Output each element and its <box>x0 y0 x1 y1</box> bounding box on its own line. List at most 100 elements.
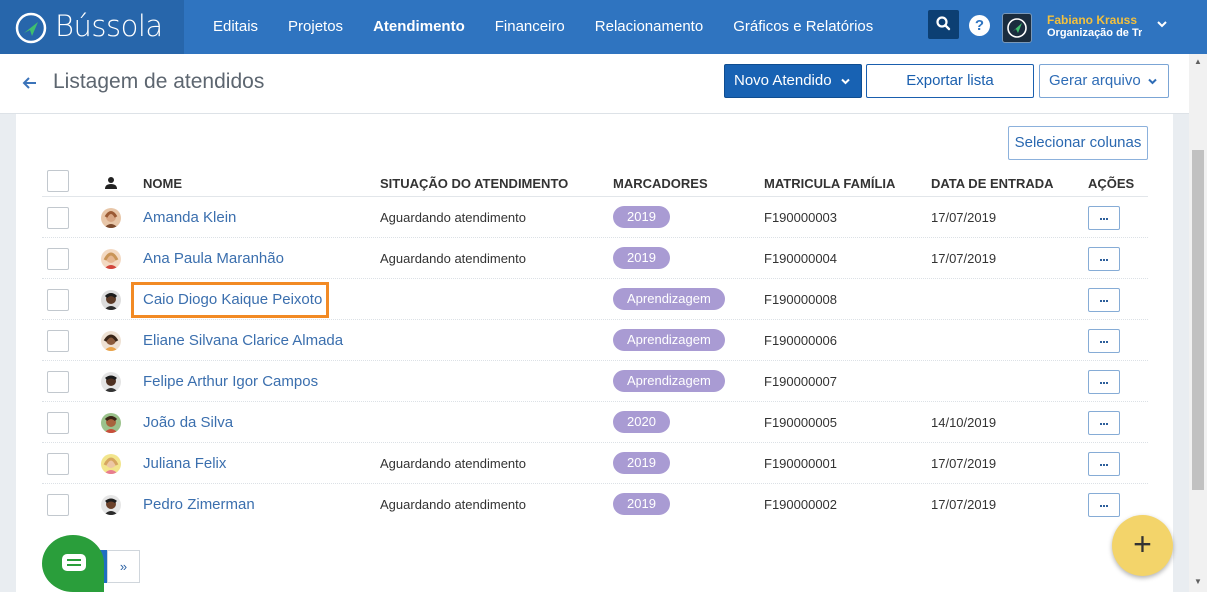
atendido-name-link[interactable]: Eliane Silvana Clarice Almada <box>143 332 343 349</box>
matricula-cell: F190000007 <box>764 374 838 389</box>
chevron-down-icon <box>1148 78 1157 85</box>
row-actions-button[interactable] <box>1088 329 1120 353</box>
matricula-cell: F190000005 <box>764 415 838 430</box>
page-title: Listagem de atendidos <box>53 70 265 93</box>
select-all-checkbox[interactable] <box>47 170 69 192</box>
avatar <box>101 208 121 228</box>
row-actions-button[interactable] <box>1088 206 1120 230</box>
compass-icon <box>1007 18 1027 38</box>
matricula-cell: F190000002 <box>764 497 838 512</box>
row-actions-button[interactable] <box>1088 493 1120 517</box>
row-actions-button[interactable] <box>1088 370 1120 394</box>
matricula-cell: F190000003 <box>764 210 838 225</box>
row-checkbox[interactable] <box>47 453 69 475</box>
novo-atendido-button[interactable]: Novo Atendido <box>724 64 862 98</box>
logo[interactable]: Bússola <box>0 0 184 54</box>
situacao-cell: Aguardando atendimento <box>380 210 527 225</box>
col-header-matricula[interactable]: MATRICULA FAMÍLIA <box>764 176 895 191</box>
chevron-down-icon[interactable] <box>1155 17 1169 31</box>
more-icon <box>1100 423 1102 425</box>
matricula-cell: F190000004 <box>764 251 838 266</box>
scroll-up-arrow-icon[interactable]: ▲ <box>1189 54 1207 70</box>
row-checkbox[interactable] <box>47 412 69 434</box>
row-checkbox[interactable] <box>47 371 69 393</box>
atendido-name-link[interactable]: Felipe Arthur Igor Campos <box>143 373 318 390</box>
col-header-nome[interactable]: NOME <box>143 176 182 191</box>
person-icon <box>105 177 117 189</box>
back-arrow-icon[interactable] <box>21 74 39 92</box>
avatar <box>101 290 121 310</box>
app-name: Bússola <box>55 9 163 43</box>
search-button[interactable] <box>928 10 959 39</box>
nav-editais[interactable]: Editais <box>198 0 273 54</box>
matricula-cell: F190000001 <box>764 456 838 471</box>
atendido-name-link[interactable]: Ana Paula Maranhão <box>143 250 284 267</box>
exportar-lista-button[interactable]: Exportar lista <box>866 64 1034 98</box>
help-icon[interactable]: ? <box>969 15 990 36</box>
situacao-cell: Aguardando atendimento <box>380 456 527 471</box>
avatar <box>101 413 121 433</box>
row-checkbox[interactable] <box>47 248 69 270</box>
atendido-name-link[interactable]: Pedro Zimerman <box>143 496 255 513</box>
atendido-name-link[interactable]: João da Silva <box>143 414 233 431</box>
gerar-arquivo-label: Gerar arquivo <box>1049 72 1141 89</box>
col-header-marcadores[interactable]: MARCADORES <box>613 176 708 191</box>
row-actions-button[interactable] <box>1088 411 1120 435</box>
row-checkbox[interactable] <box>47 207 69 229</box>
row-checkbox[interactable] <box>47 494 69 516</box>
data-entrada-cell: 17/07/2019 <box>931 251 997 266</box>
more-icon <box>1100 259 1102 261</box>
more-icon <box>1100 300 1102 302</box>
search-icon <box>936 16 951 31</box>
marcador-tag: 2019 <box>613 206 670 228</box>
nav-graficos-relatorios[interactable]: Gráficos e Relatórios <box>718 0 888 54</box>
chat-button[interactable] <box>42 535 104 592</box>
nav-projetos[interactable]: Projetos <box>273 0 358 54</box>
highlight-box <box>131 282 329 318</box>
nav-financeiro[interactable]: Financeiro <box>480 0 580 54</box>
gerar-arquivo-button[interactable]: Gerar arquivo <box>1039 64 1169 98</box>
user-name[interactable]: Fabiano Krauss <box>1047 13 1137 27</box>
col-header-data-entrada[interactable]: DATA DE ENTRADA <box>931 176 1054 191</box>
data-entrada-cell: 17/07/2019 <box>931 210 997 225</box>
nav-atendimento[interactable]: Atendimento <box>358 0 480 54</box>
add-fab-button[interactable]: + <box>1112 515 1173 576</box>
avatar <box>101 331 121 351</box>
row-actions-button[interactable] <box>1088 247 1120 271</box>
more-icon <box>1100 341 1102 343</box>
col-header-acoes: AÇÕES <box>1088 176 1135 191</box>
main-nav: Editais Projetos Atendimento Financeiro … <box>198 0 888 54</box>
nav-relacionamento[interactable]: Relacionamento <box>580 0 718 54</box>
row-actions-button[interactable] <box>1088 288 1120 312</box>
chevron-down-icon <box>841 78 850 85</box>
marcador-tag: 2020 <box>613 411 670 433</box>
atendido-name-link[interactable]: Amanda Klein <box>143 209 236 226</box>
scrollbar-thumb[interactable] <box>1192 150 1204 490</box>
situacao-cell: Aguardando atendimento <box>380 497 527 512</box>
pagination-next-button[interactable]: » <box>107 550 140 583</box>
row-checkbox[interactable] <box>47 330 69 352</box>
marcador-tag: Aprendizagem <box>613 288 725 310</box>
row-divider <box>42 278 1148 279</box>
user-organization[interactable]: Organização de Tre <box>1047 27 1142 39</box>
row-checkbox[interactable] <box>47 289 69 311</box>
row-divider <box>42 360 1148 361</box>
col-header-situacao[interactable]: SITUAÇÃO DO ATENDIMENTO <box>380 176 568 191</box>
data-entrada-cell: 14/10/2019 <box>931 415 997 430</box>
row-divider <box>42 319 1148 320</box>
marcador-tag: 2019 <box>613 493 670 515</box>
marcador-tag: 2019 <box>613 452 670 474</box>
more-icon <box>1100 382 1102 384</box>
row-actions-button[interactable] <box>1088 452 1120 476</box>
matricula-cell: F190000006 <box>764 333 838 348</box>
more-icon <box>1100 505 1102 507</box>
row-divider <box>42 483 1148 484</box>
avatar <box>101 495 121 515</box>
row-divider <box>42 442 1148 443</box>
avatar <box>101 249 121 269</box>
selecionar-colunas-button[interactable]: Selecionar colunas <box>1008 126 1148 160</box>
scroll-down-arrow-icon[interactable]: ▼ <box>1189 574 1207 590</box>
avatar <box>101 372 121 392</box>
user-avatar[interactable] <box>1002 13 1032 43</box>
atendido-name-link[interactable]: Juliana Felix <box>143 455 226 472</box>
